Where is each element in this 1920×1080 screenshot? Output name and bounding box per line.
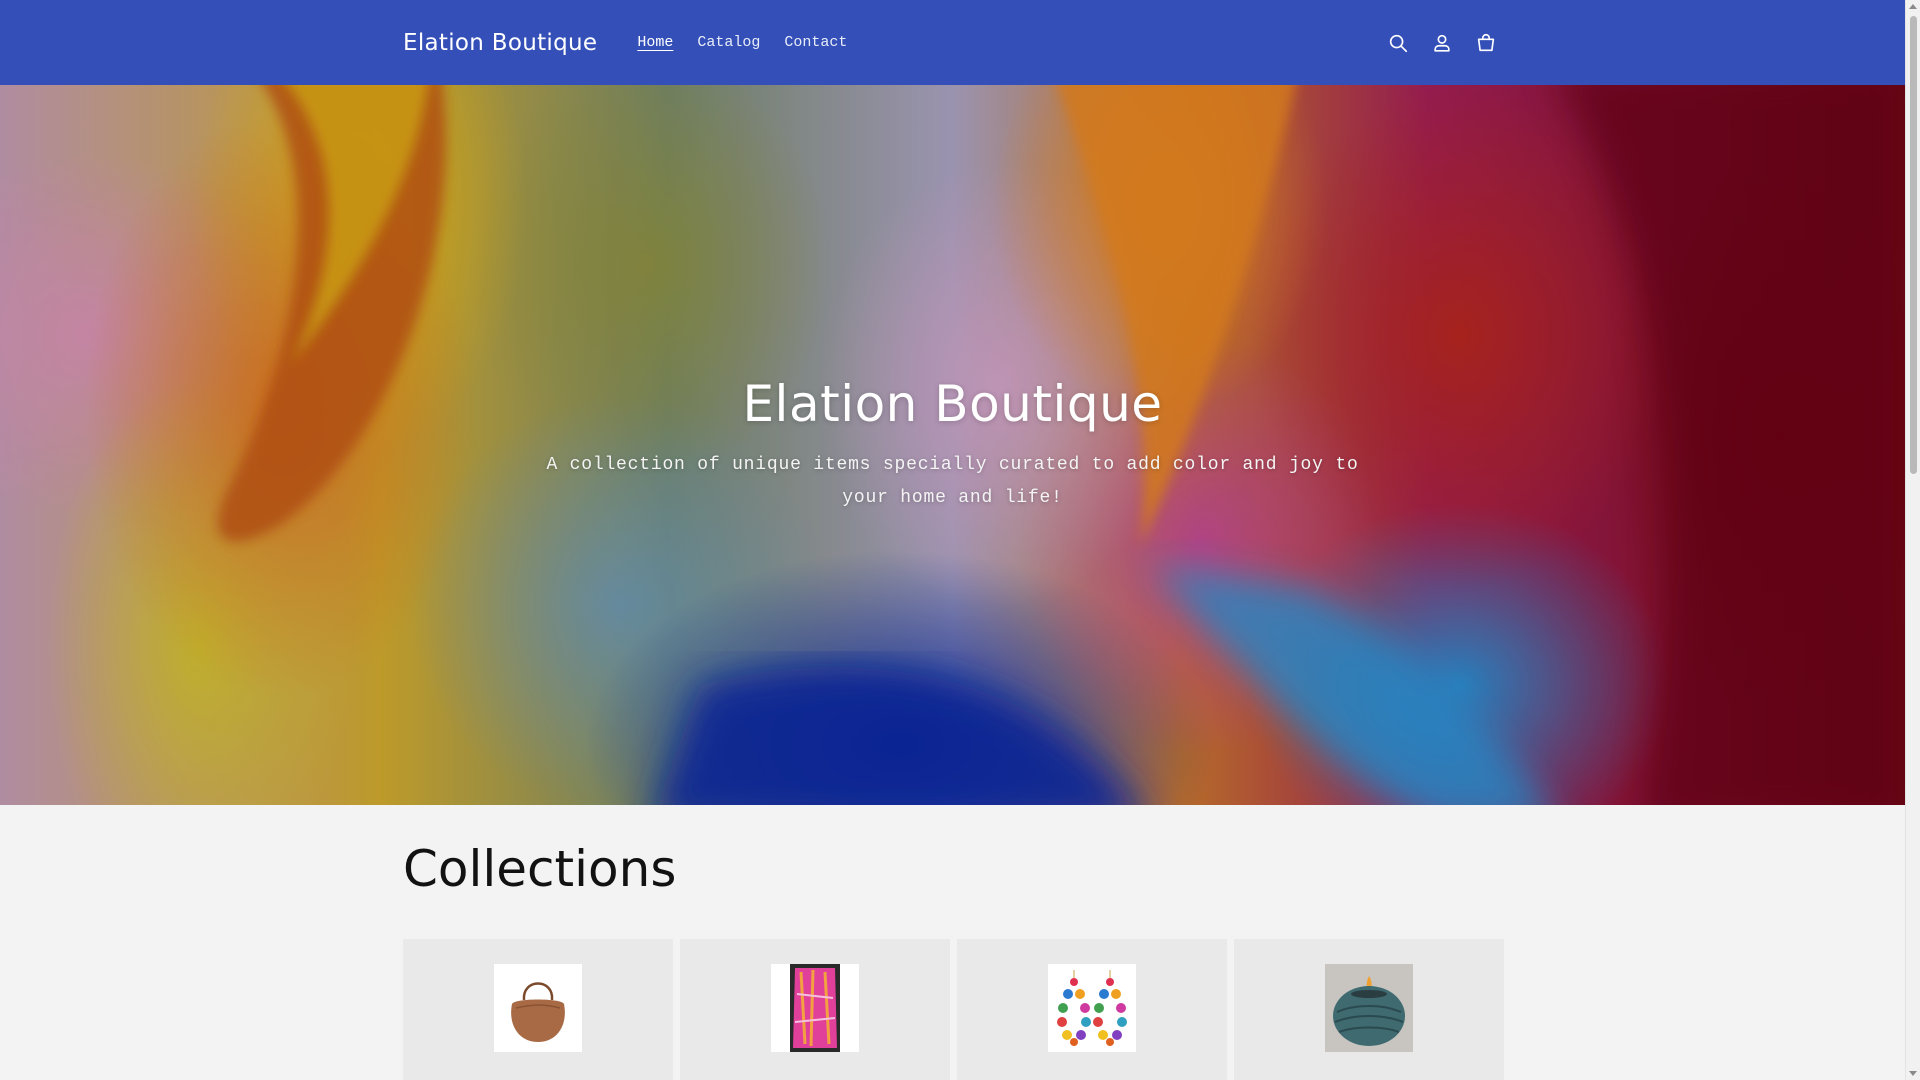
main-nav: Home Catalog Contact — [625, 34, 859, 51]
collection-card-scarf[interactable] — [680, 939, 950, 1080]
collection-image-earrings — [1048, 964, 1136, 1052]
nav-catalog[interactable]: Catalog — [685, 34, 772, 51]
search-icon[interactable] — [1383, 28, 1413, 58]
collection-image-handbag — [494, 964, 582, 1052]
hero-overlay — [0, 85, 1905, 805]
collection-card-handbag[interactable] — [403, 939, 673, 1080]
site-logo[interactable]: Elation Boutique — [403, 30, 597, 56]
hero-subtitle: A collection of unique items specially c… — [546, 455, 1359, 508]
scroll-thumb[interactable] — [1910, 16, 1917, 474]
scroll-down-arrow-icon[interactable] — [1909, 1071, 1917, 1076]
header-icons — [1383, 28, 1501, 58]
cart-icon[interactable] — [1471, 28, 1501, 58]
collections-heading: Collections — [403, 840, 677, 898]
hero-banner: Elation Boutique A collection of unique … — [0, 85, 1905, 805]
hero-title: Elation Boutique — [742, 375, 1163, 433]
collection-image-candle — [1325, 964, 1413, 1052]
site-header: Elation Boutique Home Catalog Contact — [0, 0, 1905, 85]
scroll-up-arrow-icon[interactable] — [1909, 4, 1917, 9]
nav-contact[interactable]: Contact — [772, 34, 859, 51]
nav-home[interactable]: Home — [625, 34, 685, 51]
collection-card-candle[interactable] — [1234, 939, 1504, 1080]
collection-card-earrings[interactable] — [957, 939, 1227, 1080]
page-scrollbar[interactable] — [1905, 0, 1920, 1080]
collection-image-scarf — [771, 964, 859, 1052]
account-icon[interactable] — [1427, 28, 1457, 58]
header-inner: Elation Boutique Home Catalog Contact — [403, 0, 1503, 85]
